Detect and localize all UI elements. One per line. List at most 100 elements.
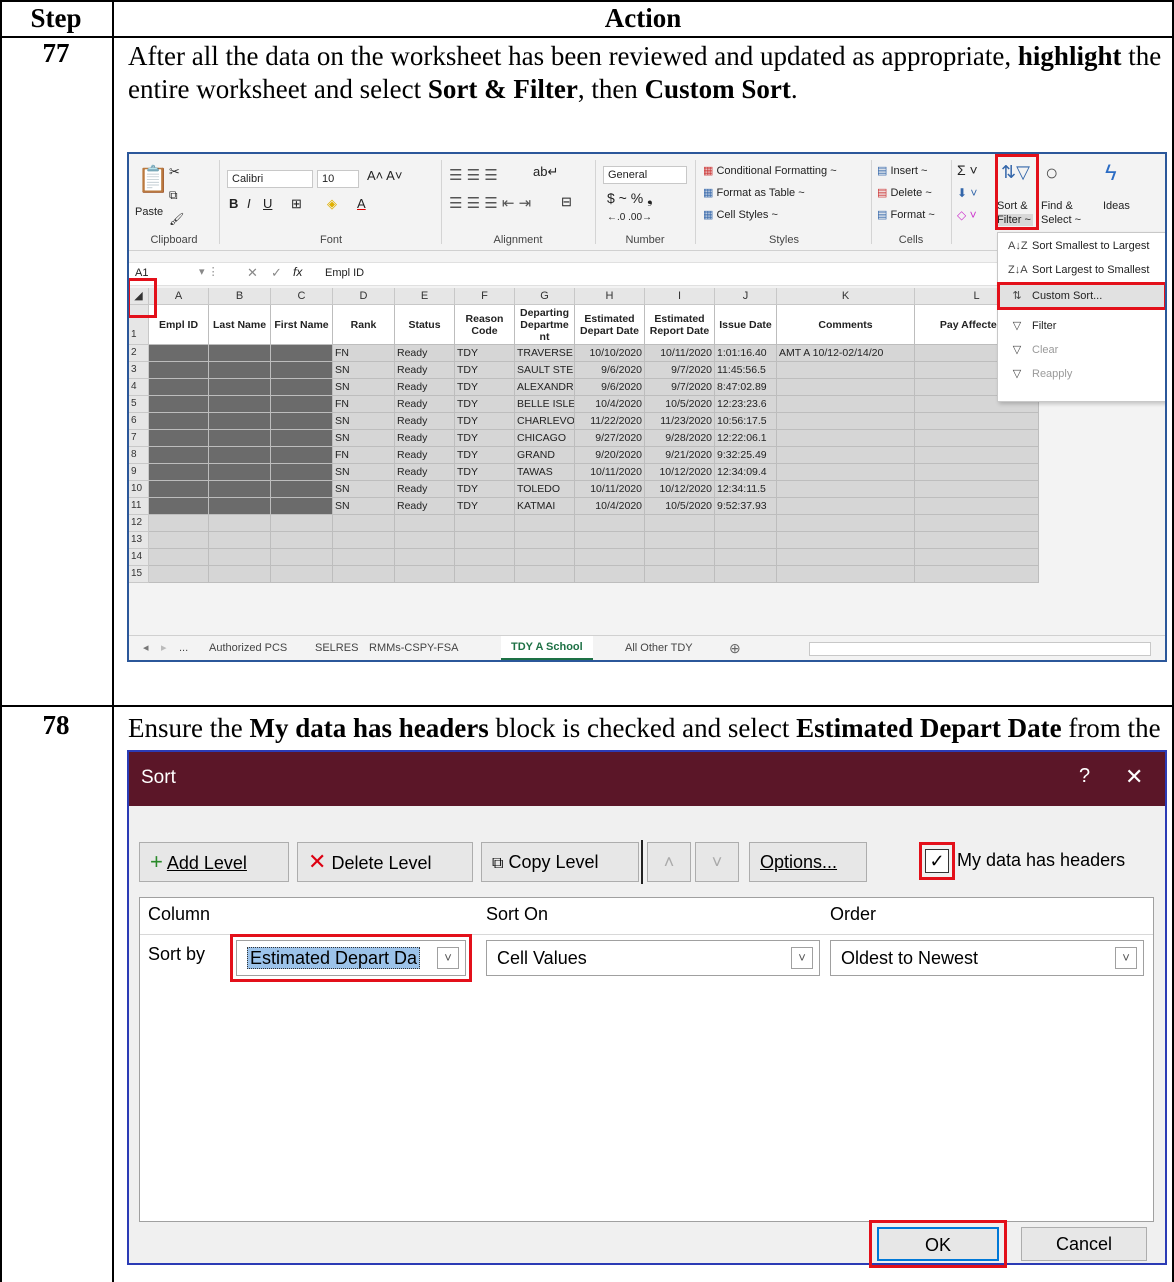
table-cell[interactable]: SN <box>333 481 395 498</box>
help-button[interactable]: ? <box>1079 765 1090 788</box>
table-cell[interactable]: SN <box>333 430 395 447</box>
table-cell[interactable] <box>209 430 271 447</box>
header-cell[interactable]: Issue Date <box>715 305 777 345</box>
empty-cell[interactable] <box>645 515 715 532</box>
table-cell[interactable]: 10/5/2020 <box>645 498 715 515</box>
formula-input[interactable]: Empl ID <box>325 267 364 279</box>
table-cell[interactable]: 12:34:11.5 <box>715 481 777 498</box>
empty-cell[interactable] <box>209 532 271 549</box>
table-cell[interactable]: TDY <box>455 447 515 464</box>
paste-button[interactable]: Paste <box>135 206 163 218</box>
header-cell[interactable]: Empl ID <box>149 305 209 345</box>
table-cell[interactable] <box>777 396 915 413</box>
column-header[interactable]: C <box>271 288 333 305</box>
table-cell[interactable]: 11/23/2020 <box>645 413 715 430</box>
table-cell[interactable] <box>777 430 915 447</box>
column-header[interactable]: B <box>209 288 271 305</box>
table-cell[interactable]: SN <box>333 464 395 481</box>
sheet-tab[interactable]: All Other TDY <box>625 639 693 657</box>
table-cell[interactable]: 8:47:02.89 <box>715 379 777 396</box>
table-cell[interactable]: Ready <box>395 464 455 481</box>
move-up-button[interactable]: ˄ <box>647 842 691 882</box>
empty-cell[interactable] <box>455 515 515 532</box>
table-cell[interactable] <box>209 498 271 515</box>
table-cell[interactable] <box>149 498 209 515</box>
empty-cell[interactable] <box>149 532 209 549</box>
decimal-icon[interactable]: ←.0 .00→ <box>607 212 652 223</box>
header-cell[interactable]: Departing Departme nt <box>515 305 575 345</box>
empty-cell[interactable] <box>915 566 1039 583</box>
menu-reapply[interactable]: ▽ Reapply <box>998 363 1165 385</box>
row-header[interactable]: 5 <box>129 396 149 413</box>
currency-icon[interactable]: $ ~ % ❟ <box>607 190 653 207</box>
table-cell[interactable]: SN <box>333 379 395 396</box>
insert-button[interactable]: ▤ Insert ~ <box>877 164 927 177</box>
headers-checkbox-label[interactable]: My data has headers <box>957 850 1125 871</box>
table-cell[interactable]: TDY <box>455 345 515 362</box>
table-cell[interactable] <box>271 498 333 515</box>
number-format-combo[interactable]: General <box>603 166 687 184</box>
row-header[interactable]: 9 <box>129 464 149 481</box>
table-cell[interactable]: 9/7/2020 <box>645 379 715 396</box>
table-cell[interactable] <box>271 481 333 498</box>
empty-cell[interactable] <box>395 532 455 549</box>
horizontal-scrollbar[interactable] <box>809 642 1151 656</box>
order-select[interactable]: Oldest to Newest ˅ <box>830 940 1144 976</box>
table-cell[interactable] <box>149 362 209 379</box>
merge-center-icon[interactable]: ⊟ <box>561 194 572 210</box>
scroll-right-icon[interactable]: ▸ <box>161 639 167 657</box>
function-icon[interactable]: fx <box>293 265 302 279</box>
table-cell[interactable]: 10/11/2020 <box>645 345 715 362</box>
table-cell[interactable] <box>209 447 271 464</box>
table-cell[interactable]: 9/27/2020 <box>575 430 645 447</box>
empty-cell[interactable] <box>777 515 915 532</box>
grow-font-icon[interactable]: A˄ A˅ <box>367 168 402 183</box>
table-cell[interactable]: 10/5/2020 <box>645 396 715 413</box>
find-select-label-1[interactable]: Find & <box>1041 200 1073 212</box>
column-header[interactable]: A <box>149 288 209 305</box>
table-cell[interactable] <box>149 396 209 413</box>
table-cell[interactable]: 10/11/2020 <box>575 464 645 481</box>
empty-cell[interactable] <box>209 566 271 583</box>
delete-level-button[interactable]: ✕ Delete Level <box>297 842 473 882</box>
table-cell[interactable]: Ready <box>395 430 455 447</box>
font-name-combo[interactable]: Calibri <box>227 170 313 188</box>
empty-cell[interactable] <box>645 532 715 549</box>
empty-cell[interactable] <box>149 566 209 583</box>
table-cell[interactable] <box>149 481 209 498</box>
empty-cell[interactable] <box>333 532 395 549</box>
row-header[interactable]: 2 <box>129 345 149 362</box>
table-cell[interactable] <box>777 447 915 464</box>
table-cell[interactable]: SAULT STE <box>515 362 575 379</box>
table-cell[interactable]: TDY <box>455 498 515 515</box>
empty-cell[interactable] <box>715 549 777 566</box>
table-cell[interactable] <box>915 481 1039 498</box>
bold-icon[interactable]: B <box>229 196 238 211</box>
menu-sort-ascending[interactable]: A↓Z Sort Smallest to Largest <box>998 235 1165 257</box>
table-cell[interactable]: TDY <box>455 379 515 396</box>
copy-level-button[interactable]: ⧉ Copy Level <box>481 842 639 882</box>
row-header[interactable]: 12 <box>129 515 149 532</box>
add-level-button[interactable]: + Add Level <box>139 842 289 882</box>
empty-cell[interactable] <box>575 515 645 532</box>
table-cell[interactable]: CHICAGO <box>515 430 575 447</box>
empty-cell[interactable] <box>645 566 715 583</box>
header-cell[interactable]: First Name <box>271 305 333 345</box>
sort-on-select[interactable]: Cell Values ˅ <box>486 940 820 976</box>
table-cell[interactable] <box>271 379 333 396</box>
table-cell[interactable]: SN <box>333 362 395 379</box>
table-cell[interactable] <box>149 413 209 430</box>
table-cell[interactable]: FN <box>333 447 395 464</box>
table-cell[interactable]: 10:56:17.5 <box>715 413 777 430</box>
format-as-table-button[interactable]: ▦ Format as Table ~ <box>703 186 805 199</box>
empty-cell[interactable] <box>333 566 395 583</box>
table-cell[interactable] <box>271 413 333 430</box>
underline-icon[interactable]: U <box>263 196 272 211</box>
row-header[interactable]: 15 <box>129 566 149 583</box>
table-cell[interactable] <box>271 447 333 464</box>
empty-cell[interactable] <box>395 566 455 583</box>
cancel-button[interactable]: Cancel <box>1021 1227 1147 1261</box>
column-header[interactable]: H <box>575 288 645 305</box>
empty-cell[interactable] <box>149 515 209 532</box>
table-cell[interactable]: 9:52:37.93 <box>715 498 777 515</box>
